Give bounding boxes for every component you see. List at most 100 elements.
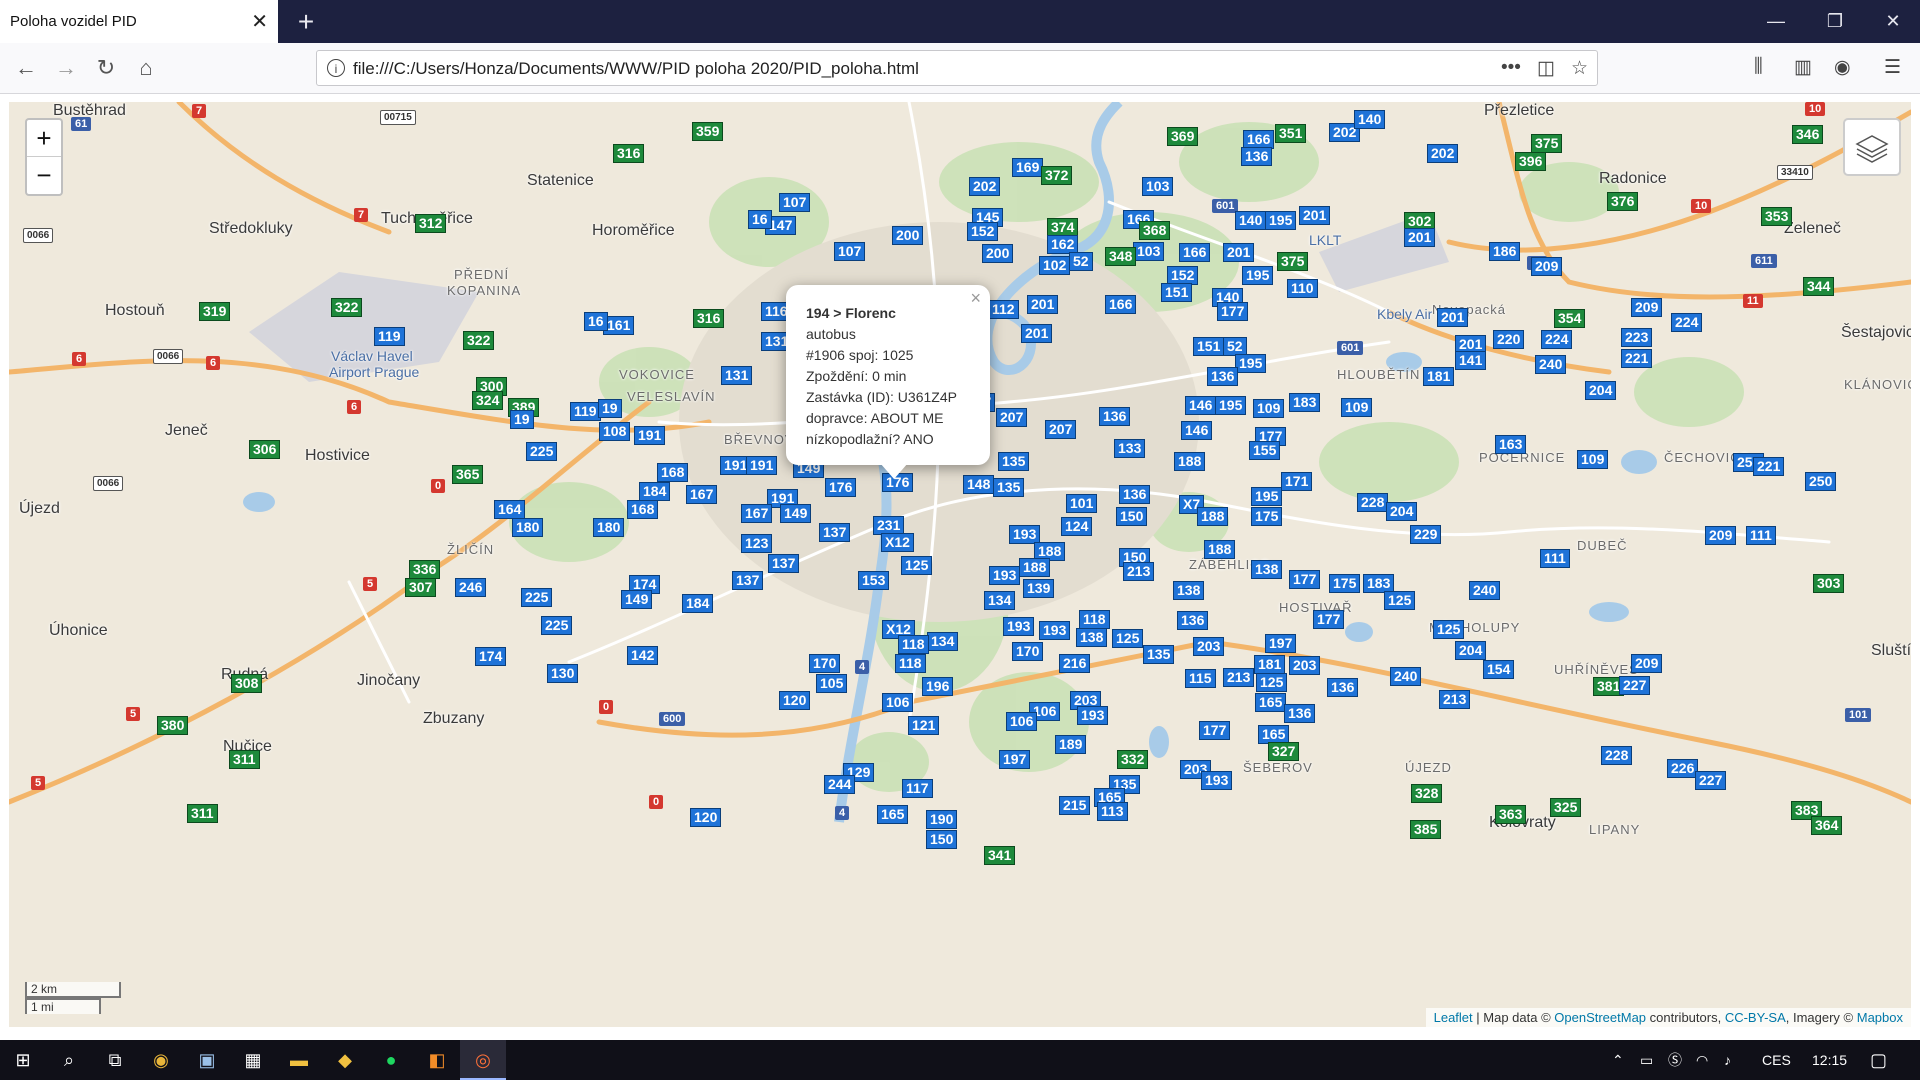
vehicle-marker[interactable]: 137 xyxy=(819,523,851,542)
vehicle-marker[interactable]: 209 xyxy=(1631,654,1663,673)
vehicle-marker[interactable]: 197 xyxy=(1265,634,1297,653)
zoom-in-button[interactable]: + xyxy=(27,120,61,157)
vehicle-marker[interactable]: 221 xyxy=(1621,349,1653,368)
vehicle-marker[interactable]: 188 xyxy=(1197,507,1229,526)
vehicle-marker[interactable]: 170 xyxy=(809,654,841,673)
vehicle-marker[interactable]: 200 xyxy=(892,226,924,245)
vehicle-marker[interactable]: 200 xyxy=(982,244,1014,263)
vehicle-marker[interactable]: 146 xyxy=(1185,396,1217,415)
wifi-icon[interactable]: ◠ xyxy=(1696,1040,1708,1080)
vehicle-marker[interactable]: 180 xyxy=(593,518,625,537)
vehicle-marker[interactable]: 197 xyxy=(999,750,1031,769)
vehicle-marker[interactable]: 202 xyxy=(1427,144,1459,163)
vehicle-marker[interactable]: 312 xyxy=(415,214,447,233)
firefox-icon[interactable]: ◎ xyxy=(460,1040,506,1080)
pocket-icon[interactable]: ◫ xyxy=(1537,57,1555,80)
vehicle-marker[interactable]: 308 xyxy=(231,674,263,693)
vehicle-marker[interactable]: 228 xyxy=(1357,493,1389,512)
mapbox-link[interactable]: Mapbox xyxy=(1857,1010,1903,1025)
vehicle-marker[interactable]: 250 xyxy=(1805,472,1837,491)
vehicle-marker[interactable]: 201 xyxy=(1223,243,1255,262)
reload-icon[interactable]: ↻ xyxy=(90,53,122,83)
vehicle-marker[interactable]: 169 xyxy=(1012,158,1044,177)
vehicle-marker[interactable]: 328 xyxy=(1411,784,1443,803)
vehicle-marker[interactable]: 319 xyxy=(199,302,231,321)
vehicle-marker[interactable]: 175 xyxy=(1251,507,1283,526)
vehicle-marker[interactable]: 228 xyxy=(1601,746,1633,765)
vehicle-marker[interactable]: 201 xyxy=(1021,324,1053,343)
start-icon[interactable]: ⊞ xyxy=(0,1040,46,1080)
vehicle-marker[interactable]: 246 xyxy=(455,578,487,597)
vehicle-marker[interactable]: 344 xyxy=(1803,277,1835,296)
vehicle-marker[interactable]: 177 xyxy=(1289,570,1321,589)
vehicle-marker[interactable]: 227 xyxy=(1695,771,1727,790)
vehicle-marker[interactable]: 137 xyxy=(768,554,800,573)
vehicle-marker[interactable]: 195 xyxy=(1235,354,1267,373)
vehicle-marker[interactable]: 311 xyxy=(229,750,260,769)
vehicle-marker[interactable]: 324 xyxy=(472,391,504,410)
vehicle-marker[interactable]: 167 xyxy=(686,485,718,504)
vehicle-marker[interactable]: 103 xyxy=(1142,177,1174,196)
window-close-icon[interactable]: ✕ xyxy=(1873,6,1913,36)
home-icon[interactable]: ⌂ xyxy=(130,53,162,83)
info-icon[interactable]: i xyxy=(327,59,345,77)
vehicle-marker[interactable]: 204 xyxy=(1455,641,1487,660)
vehicle-marker[interactable]: 215 xyxy=(1059,796,1091,815)
app-icon[interactable]: ◆ xyxy=(322,1040,368,1080)
vehicle-marker[interactable]: 137 xyxy=(732,571,764,590)
vehicle-marker[interactable]: 353 xyxy=(1761,207,1793,226)
vehicle-marker[interactable]: 240 xyxy=(1469,581,1501,600)
notifications-icon[interactable]: ▢ xyxy=(1870,1040,1887,1080)
vehicle-marker[interactable]: 204 xyxy=(1386,502,1418,521)
vehicle-marker[interactable]: 176 xyxy=(825,478,857,497)
vehicle-marker[interactable]: 306 xyxy=(249,440,281,459)
vehicle-marker[interactable]: 168 xyxy=(627,500,659,519)
vehicle-marker[interactable]: 107 xyxy=(834,242,866,261)
vehicle-marker[interactable]: 119 xyxy=(570,402,601,421)
vehicle-marker[interactable]: 113 xyxy=(1097,802,1128,821)
vehicle-marker[interactable]: 196 xyxy=(922,677,954,696)
vehicle-marker[interactable]: 240 xyxy=(1535,355,1567,374)
vehicle-marker[interactable]: 244 xyxy=(824,775,856,794)
vehicle-marker[interactable]: 152 xyxy=(967,222,999,241)
vehicle-marker[interactable]: 325 xyxy=(1550,798,1582,817)
vehicle-marker[interactable]: 221 xyxy=(1753,457,1785,476)
photos-icon[interactable]: ▣ xyxy=(184,1040,230,1080)
vehicle-marker[interactable]: 165 xyxy=(1255,693,1287,712)
vehicle-marker[interactable]: 322 xyxy=(463,331,495,350)
restore-icon[interactable]: ❐ xyxy=(1815,6,1855,36)
vehicle-marker[interactable]: 164 xyxy=(494,500,526,519)
vehicle-marker[interactable]: 119 xyxy=(374,327,405,346)
vehicle-marker[interactable]: 209 xyxy=(1531,257,1563,276)
url-text[interactable]: file:///C:/Users/Honza/Documents/WWW/PID… xyxy=(353,59,919,79)
vehicle-marker[interactable]: 181 xyxy=(1423,367,1455,386)
vehicle-marker[interactable]: 174 xyxy=(475,647,507,666)
vehicle-marker[interactable]: 112 xyxy=(988,300,1019,319)
vehicle-marker[interactable]: 376 xyxy=(1607,192,1639,211)
vehicle-marker[interactable]: 201 xyxy=(1299,206,1331,225)
vehicle-marker[interactable]: 372 xyxy=(1041,166,1073,185)
vehicle-marker[interactable]: 166 xyxy=(1105,295,1137,314)
vehicle-marker[interactable]: 171 xyxy=(1281,472,1313,491)
vehicle-marker[interactable]: 385 xyxy=(1410,820,1442,839)
layers-control[interactable] xyxy=(1843,118,1901,176)
vehicle-marker[interactable]: 396 xyxy=(1515,152,1547,171)
vehicle-marker[interactable]: 136 xyxy=(1207,367,1239,386)
vehicle-marker[interactable]: 193 xyxy=(1201,771,1233,790)
vehicle-marker[interactable]: 153 xyxy=(858,571,890,590)
vehicle-marker[interactable]: 140 xyxy=(1235,211,1267,230)
vehicle-marker[interactable]: 225 xyxy=(526,442,558,461)
sublime-icon[interactable]: ◧ xyxy=(414,1040,460,1080)
vehicle-marker[interactable]: 354 xyxy=(1554,309,1586,328)
vehicle-marker[interactable]: 193 xyxy=(1039,621,1071,640)
vehicle-marker[interactable]: 184 xyxy=(639,482,671,501)
vehicle-marker[interactable]: 111 xyxy=(1746,526,1776,545)
vehicle-marker[interactable]: 118 xyxy=(898,635,929,654)
vehicle-marker[interactable]: 209 xyxy=(1631,298,1663,317)
vehicle-marker[interactable]: 203 xyxy=(1289,656,1321,675)
vehicle-marker[interactable]: 195 xyxy=(1215,396,1247,415)
vehicle-marker[interactable]: 146 xyxy=(1181,421,1213,440)
vehicle-marker[interactable]: 109 xyxy=(1577,450,1609,469)
vehicle-marker[interactable]: 107 xyxy=(779,193,811,212)
vehicle-marker[interactable]: 359 xyxy=(692,122,724,141)
